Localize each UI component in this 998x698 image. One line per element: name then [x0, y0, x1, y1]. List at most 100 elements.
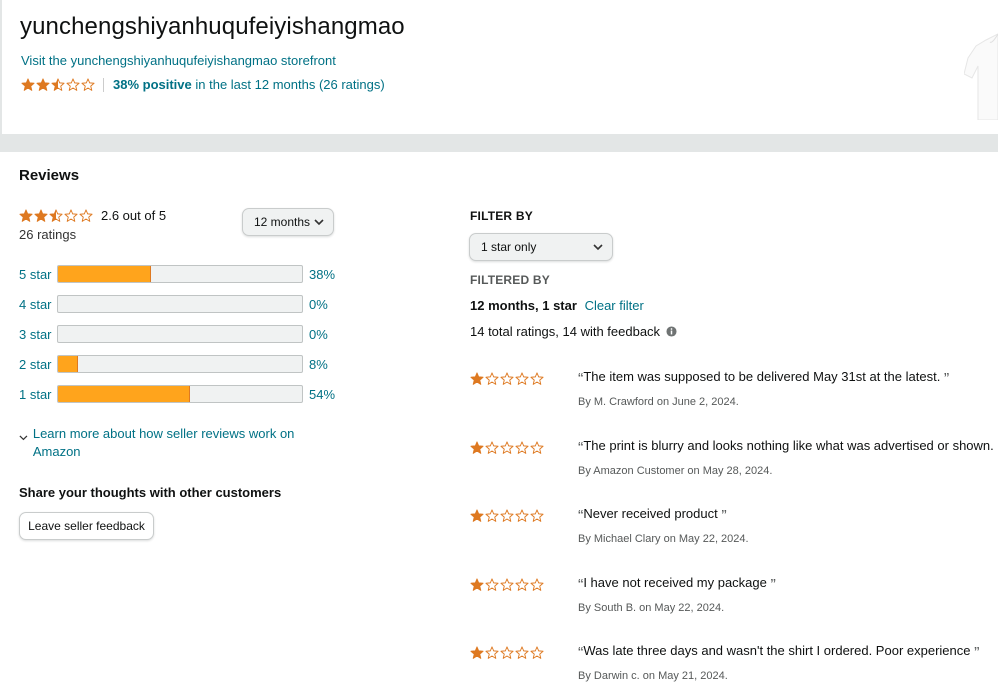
star-icon: [500, 509, 514, 523]
histogram-star-label[interactable]: 3 star: [19, 327, 57, 342]
star-filter-value: 1 star only: [481, 240, 537, 254]
histogram-star-label[interactable]: 5 star: [19, 267, 57, 282]
star-icon: [470, 372, 484, 386]
histogram-bar[interactable]: [57, 325, 303, 343]
star-icon: [515, 509, 529, 523]
histogram-bar[interactable]: [57, 385, 303, 403]
star-icon: [530, 509, 544, 523]
histogram-percent[interactable]: 0%: [309, 297, 328, 312]
star-icon: [81, 77, 95, 92]
chevron-down-icon: [19, 435, 28, 441]
star-icon: [500, 578, 514, 592]
histogram-star-label[interactable]: 1 star: [19, 387, 57, 402]
histogram-bar[interactable]: [57, 295, 303, 313]
histogram-percent[interactable]: 8%: [309, 357, 328, 372]
leave-feedback-button[interactable]: Leave seller feedback: [19, 512, 154, 540]
histogram-percent[interactable]: 38%: [309, 267, 335, 282]
positive-suffix[interactable]: in the last 12 months (26 ratings): [192, 77, 384, 92]
learn-more-text[interactable]: Learn more about how seller reviews work…: [33, 425, 309, 461]
review-comment: The item was supposed to be delivered Ma…: [583, 369, 944, 384]
histogram-row[interactable]: 5 star 38%: [19, 264, 335, 284]
period-select[interactable]: 12 months: [242, 208, 334, 236]
star-icon: [515, 646, 529, 660]
histogram-bar-fill: [58, 266, 151, 282]
star-icon: [530, 441, 544, 455]
star-icon: [500, 646, 514, 660]
close-quote: ”: [974, 645, 980, 662]
star-icon: [530, 578, 544, 592]
star-icon: [485, 441, 499, 455]
close-quote: ”: [770, 577, 776, 594]
star-icon: [485, 372, 499, 386]
share-thoughts-heading: Share your thoughts with other customers: [19, 485, 282, 500]
review-star-rating: [470, 372, 544, 386]
review-text: “Was late three days and wasn't the shir…: [578, 643, 979, 663]
average-rating-text: 2.6 out of 5: [101, 208, 167, 223]
divider: [103, 77, 104, 92]
info-icon[interactable]: [666, 326, 677, 337]
histogram-row[interactable]: 4 star 0%: [19, 294, 328, 314]
histogram-bar[interactable]: [57, 265, 303, 283]
review-comment: Never received product: [583, 506, 722, 521]
histogram-row[interactable]: 2 star 8%: [19, 354, 328, 374]
histogram-row[interactable]: 1 star 54%: [19, 384, 335, 404]
histogram-star-label[interactable]: 4 star: [19, 297, 57, 312]
review-item: “I have not received my package ” By Sout…: [470, 575, 998, 625]
positive-percent[interactable]: 38% positive: [113, 77, 192, 92]
star-icon: [470, 578, 484, 592]
star-icon: [21, 77, 35, 92]
star-icon: [64, 208, 78, 223]
histogram-bar[interactable]: [57, 355, 303, 373]
seller-name: yunchengshiyanhuqufeiyishangmao: [20, 13, 405, 40]
learn-more-link[interactable]: Learn more about how seller reviews work…: [19, 425, 309, 461]
review-comment: I have not received my package: [583, 575, 771, 590]
review-star-rating: [470, 509, 544, 523]
histogram-star-label[interactable]: 2 star: [19, 357, 57, 372]
star-icon: [19, 208, 33, 223]
star-icon: [66, 77, 80, 92]
histogram-percent[interactable]: 54%: [309, 387, 335, 402]
average-star-rating: [19, 208, 93, 223]
clear-filter-link[interactable]: Clear filter: [585, 298, 644, 313]
filter-state: 12 months, 1 star Clear filter: [470, 298, 644, 313]
star-icon: [485, 646, 499, 660]
review-item: “Was late three days and wasn't the shir…: [470, 643, 998, 693]
filtered-by-label: FILTERED BY: [470, 273, 550, 287]
histogram-row[interactable]: 3 star 0%: [19, 324, 328, 344]
star-icon: [515, 372, 529, 386]
star-icon: [530, 372, 544, 386]
review-author: By South B. on May 22, 2024.: [578, 602, 725, 614]
star-filter-select[interactable]: 1 star only: [469, 233, 613, 261]
rating-summary: 2.6 out of 5 26 ratings: [19, 208, 166, 242]
section-divider-band: [0, 134, 998, 152]
review-star-rating: [470, 646, 544, 660]
feedback-totals: 14 total ratings, 14 with feedback: [470, 324, 677, 339]
review-author: By M. Crawford on June 2, 2024.: [578, 396, 739, 408]
close-quote: ”: [721, 508, 727, 525]
star-icon: [470, 441, 484, 455]
ratings-count: 26 ratings: [19, 227, 77, 242]
histogram-bar-fill: [58, 356, 78, 372]
star-icon: [515, 441, 529, 455]
review-item: “Never received product ” By Michael Clar…: [470, 506, 998, 556]
totals-text: 14 total ratings, 14 with feedback: [470, 324, 661, 339]
seller-header: yunchengshiyanhuqufeiyishangmao Visit th…: [0, 0, 998, 134]
review-item: “The print is blurry and looks nothing l…: [470, 438, 998, 488]
seller-rating-line: 38% positive in the last 12 months (26 r…: [21, 77, 385, 92]
chevron-down-icon: [314, 219, 324, 226]
close-quote: ”: [943, 371, 950, 388]
review-comment: Was late three days and wasn't the shirt…: [583, 643, 975, 658]
histogram-percent[interactable]: 0%: [309, 327, 328, 342]
star-icon: [49, 208, 63, 223]
star-icon: [515, 578, 529, 592]
positive-rating-link[interactable]: 38% positive in the last 12 months (26 r…: [113, 77, 385, 92]
active-filter-text: 12 months, 1 star: [470, 298, 577, 313]
review-item: “The item was supposed to be delivered M…: [470, 369, 998, 419]
star-icon: [485, 509, 499, 523]
star-icon: [500, 372, 514, 386]
storefront-link[interactable]: Visit the yunchengshiyanhuqufeiyishangma…: [21, 53, 336, 68]
review-text: “I have not received my package ”: [578, 575, 776, 595]
histogram-bar-fill: [58, 386, 190, 402]
star-icon: [51, 77, 65, 92]
review-author: By Amazon Customer on May 28, 2024.: [578, 465, 773, 477]
